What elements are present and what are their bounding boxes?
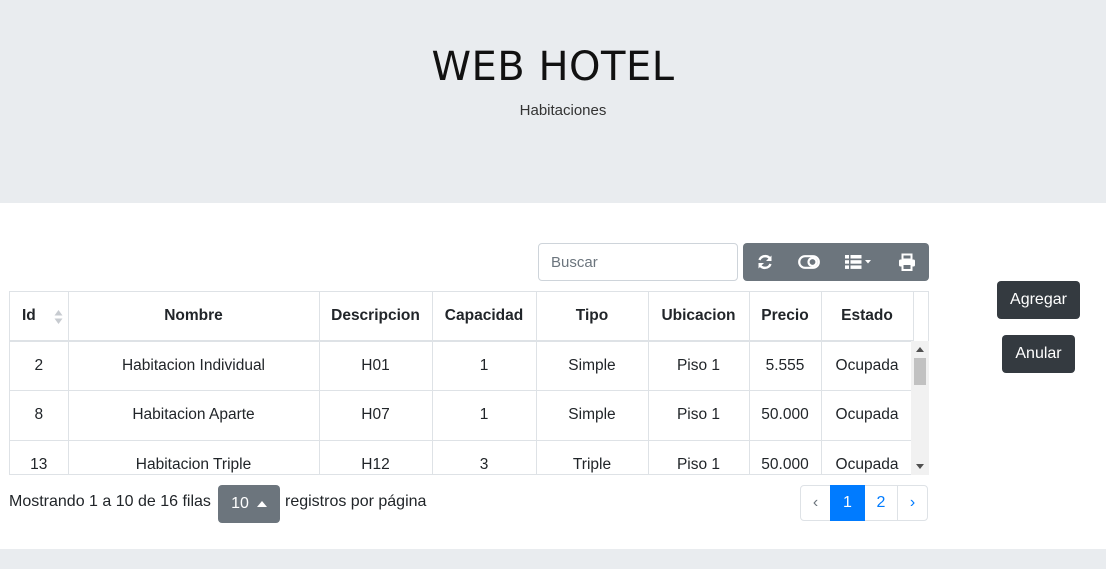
table-row[interactable]: 13 Habitacion Triple H12 3 Triple Piso 1… (10, 439, 914, 474)
column-header-nombre[interactable]: Nombre (68, 292, 320, 342)
table-scrollbar[interactable] (911, 341, 929, 475)
cell-ubicacion: Piso 1 (648, 340, 750, 391)
column-header-label: Id (22, 307, 36, 324)
cell-nombre: Habitacion Aparte (68, 390, 320, 440)
cell-tipo: Triple (536, 439, 649, 474)
refresh-button[interactable] (743, 243, 787, 281)
toggle-view-button[interactable] (787, 243, 831, 281)
cell-nombre: Habitacion Triple (68, 439, 320, 474)
cell-precio: 5.555 (749, 340, 822, 391)
rooms-table: Id Nombre Descripcion Capacidad Tipo Ubi… (10, 292, 914, 474)
site-title: WEB HOTEL (431, 44, 675, 90)
cell-descripcion: H01 (319, 340, 433, 391)
print-icon (899, 253, 915, 271)
column-header-precio[interactable]: Precio (749, 292, 822, 342)
search-input[interactable] (538, 243, 738, 281)
pagination-prev[interactable]: ‹ (800, 485, 831, 521)
print-button[interactable] (885, 243, 929, 281)
scroll-thumb[interactable] (914, 358, 926, 385)
scroll-down-arrow[interactable] (911, 458, 929, 475)
caret-down-icon (916, 464, 924, 469)
pagination-info: Mostrando 1 a 10 de 16 filas (9, 493, 211, 510)
toggle-icon (798, 255, 820, 269)
footer-band (0, 549, 1106, 569)
page-size-dropdown[interactable]: 10 (218, 485, 280, 523)
cell-descripcion: H12 (319, 439, 433, 474)
table-toolbar (743, 243, 929, 281)
column-header-tipo[interactable]: Tipo (536, 292, 649, 342)
cell-capacidad: 3 (432, 439, 537, 474)
cell-capacidad: 1 (432, 340, 537, 391)
table-header-row: Id Nombre Descripcion Capacidad Tipo Ubi… (10, 292, 914, 342)
cell-descripcion: H07 (319, 390, 433, 440)
column-header-descripcion[interactable]: Descripcion (319, 292, 433, 342)
scroll-up-arrow[interactable] (911, 341, 929, 358)
header-jumbotron: WEB HOTEL Habitaciones (0, 0, 1106, 203)
column-header-capacidad[interactable]: Capacidad (432, 292, 537, 342)
cell-id: 8 (10, 390, 69, 440)
table-row[interactable]: 8 Habitacion Aparte H07 1 Simple Piso 1 … (10, 390, 914, 440)
caret-up-icon (916, 347, 924, 352)
cell-ubicacion: Piso 1 (648, 390, 750, 440)
column-header-id[interactable]: Id (10, 292, 69, 342)
per-page-label: registros por página (285, 493, 427, 510)
table-row[interactable]: 2 Habitacion Individual H01 1 Simple Pis… (10, 340, 914, 391)
cell-tipo: Simple (536, 390, 649, 440)
column-header-ubicacion[interactable]: Ubicacion (648, 292, 750, 342)
cell-precio: 50.000 (749, 390, 822, 440)
cell-estado: Ocupada (821, 340, 914, 391)
pagination-next[interactable]: › (897, 485, 928, 521)
cell-id: 2 (10, 340, 69, 391)
cell-nombre: Habitacion Individual (68, 340, 320, 391)
cell-ubicacion: Piso 1 (648, 439, 750, 474)
page-subtitle: Habitaciones (519, 102, 607, 119)
pagination-page-2[interactable]: 2 (864, 485, 898, 521)
add-button[interactable]: Agregar (997, 281, 1080, 319)
pagination-page-1[interactable]: 1 (830, 485, 865, 521)
caret-up-icon (256, 501, 267, 507)
cell-tipo: Simple (536, 340, 649, 391)
columns-icon (845, 255, 871, 269)
pagination: ‹ 1 2 › (800, 485, 928, 521)
cell-precio: 50.000 (749, 439, 822, 474)
cell-estado: Ocupada (821, 390, 914, 440)
cell-id: 13 (10, 439, 69, 474)
cell-capacidad: 1 (432, 390, 537, 440)
refresh-icon (758, 254, 772, 270)
rooms-table-container: Id Nombre Descripcion Capacidad Tipo Ubi… (9, 291, 929, 475)
page-size-value: 10 (231, 495, 249, 512)
columns-dropdown-button[interactable] (831, 243, 885, 281)
cell-estado: Ocupada (821, 439, 914, 474)
void-button[interactable]: Anular (1002, 335, 1075, 373)
column-header-estado[interactable]: Estado (821, 292, 914, 342)
sort-icon (54, 310, 62, 324)
